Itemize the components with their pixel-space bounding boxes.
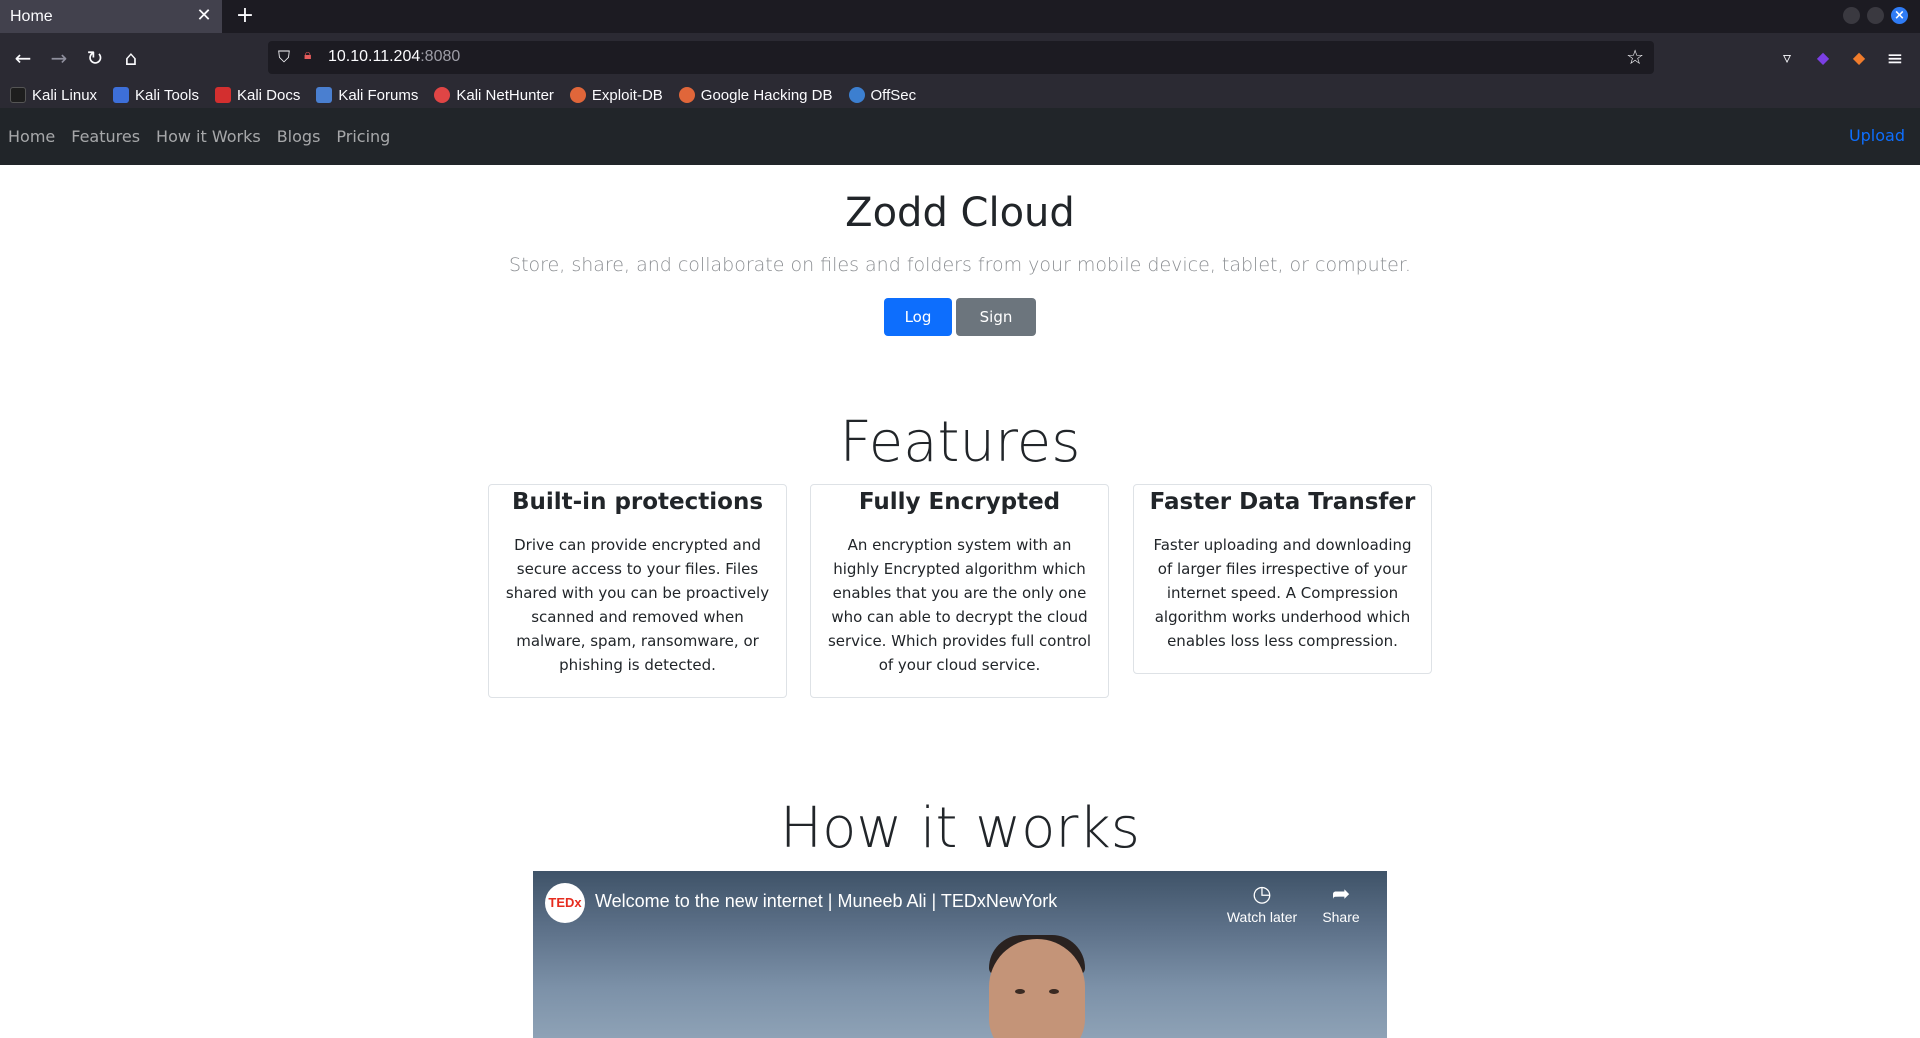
feature-card-text: Faster uploading and downloading of larg… xyxy=(1153,536,1412,650)
home-icon[interactable]: ⌂ xyxy=(116,43,146,73)
kali-forums-icon xyxy=(316,87,333,103)
bookmark-kali-tools[interactable]: Kali Tools xyxy=(113,87,199,104)
hero-title: Zodd Cloud xyxy=(845,190,1075,236)
bookmark-kali-docs[interactable]: Kali Docs xyxy=(214,86,301,104)
tab-close-icon[interactable]: ✕ xyxy=(194,5,214,27)
site-navbar: Home Features How it Works Blogs Pricing… xyxy=(0,108,1920,165)
bookmark-label: Google Hacking DB xyxy=(700,86,833,104)
browser-tab[interactable]: Home ✕ xyxy=(0,0,222,33)
embedded-video[interactable]: TEDx Welcome to the new internet | Munee… xyxy=(533,871,1387,1038)
tedx-channel-logo[interactable]: TEDx xyxy=(545,883,585,923)
speaker-face xyxy=(1007,989,1067,997)
bookmarks-bar: Kali Linux Kali Tools Kali Docs Kali For… xyxy=(0,82,1920,108)
clock-icon: ◷ xyxy=(1252,881,1272,906)
speaker-eye xyxy=(1049,989,1059,994)
feature-card-text: Drive can provide encrypted and secure a… xyxy=(505,536,770,674)
back-arrow-icon[interactable]: ← xyxy=(8,43,38,73)
bookmark-google-hacking-db[interactable]: Google Hacking DB xyxy=(678,86,833,104)
feature-card-title: Built-in protections xyxy=(511,489,764,515)
ghdb-icon xyxy=(678,87,695,103)
site-nav-links: Home Features How it Works Blogs Pricing xyxy=(8,108,406,165)
features-cards: Built-in protections Drive can provide e… xyxy=(488,484,1432,704)
extension-icon[interactable]: ◆ xyxy=(1808,43,1838,73)
kali-dragon-icon xyxy=(10,87,26,103)
hero-subtitle: Store, share, and collaborate on files a… xyxy=(509,254,1411,276)
bookmark-label: Kali Forums xyxy=(338,86,419,104)
feature-card: Faster Data Transfer Faster uploading an… xyxy=(1133,484,1432,674)
bookmark-offsec[interactable]: OffSec xyxy=(848,86,917,104)
bookmark-label: Kali Tools xyxy=(135,86,199,104)
forward-arrow-icon[interactable]: → xyxy=(44,43,74,73)
share-arrow-icon: ➦ xyxy=(1331,881,1351,906)
hero-buttons: Log in Sign Up xyxy=(0,298,1920,364)
feature-card: Built-in protections Drive can provide e… xyxy=(488,484,787,698)
watch-later-button[interactable]: ◷ Watch later xyxy=(1222,881,1302,925)
bookmark-kali-forums[interactable]: Kali Forums xyxy=(316,87,418,104)
login-button[interactable]: Log in xyxy=(884,298,952,364)
pocket-icon[interactable]: ▿ xyxy=(1772,43,1802,73)
browser-tab-bar: Home ✕ + × xyxy=(0,0,1920,33)
insecure-lock-icon[interactable]: 🔒︎ xyxy=(304,47,311,63)
tab-title: Home xyxy=(10,7,53,25)
upload-link[interactable]: Upload xyxy=(1849,126,1905,145)
url-port: :8080 xyxy=(420,48,461,65)
feature-card-text: An encryption system with an highly Encr… xyxy=(827,536,1092,674)
nav-link-home[interactable]: Home xyxy=(8,127,55,146)
bookmark-label: Exploit-DB xyxy=(591,86,663,104)
how-it-works-heading: How it works xyxy=(780,796,1140,861)
maximize-window-button[interactable] xyxy=(1867,7,1884,24)
foxyproxy-icon[interactable]: ◆ xyxy=(1844,43,1874,73)
watch-later-label: Watch later xyxy=(1226,909,1298,925)
tracking-shield-icon[interactable]: ⛉ xyxy=(278,47,290,67)
bookmark-exploit-db[interactable]: Exploit-DB xyxy=(569,86,663,104)
feature-card-title: Faster Data Transfer xyxy=(1149,489,1416,515)
menu-icon[interactable]: ≡ xyxy=(1880,43,1910,73)
bookmark-label: Kali Docs xyxy=(236,86,301,104)
feature-card: Fully Encrypted An encryption system wit… xyxy=(810,484,1109,698)
new-tab-button[interactable]: + xyxy=(232,3,258,29)
share-button[interactable]: ➦ Share xyxy=(1301,881,1381,925)
nethunter-icon xyxy=(434,87,451,103)
nav-link-how-it-works[interactable]: How it Works xyxy=(156,127,261,146)
exploit-db-icon xyxy=(569,87,586,103)
address-bar[interactable]: ⛉ 🔒︎ 10.10.11.204:8080 ☆ xyxy=(268,41,1654,74)
bookmark-kali-linux[interactable]: Kali Linux xyxy=(10,87,97,104)
bookmark-kali-nethunter[interactable]: Kali NetHunter xyxy=(434,87,554,104)
bookmark-label: Kali NetHunter xyxy=(456,86,554,104)
bookmark-label: Kali Linux xyxy=(32,86,98,104)
bookmark-label: OffSec xyxy=(870,86,917,104)
kali-tools-icon xyxy=(113,87,130,103)
reload-icon[interactable]: ↻ xyxy=(80,43,110,73)
url-text[interactable]: 10.10.11.204:8080 xyxy=(328,48,460,66)
share-label: Share xyxy=(1322,909,1360,925)
nav-link-pricing[interactable]: Pricing xyxy=(336,127,390,146)
features-heading: Features xyxy=(839,410,1081,475)
nav-link-blogs[interactable]: Blogs xyxy=(277,127,321,146)
url-host: 10.10.11.204 xyxy=(328,48,421,65)
browser-toolbar: ← → ↻ ⌂ ⛉ 🔒︎ 10.10.11.204:8080 ☆ ▿ ◆ ◆ ≡ xyxy=(0,33,1920,82)
signup-button[interactable]: Sign Up xyxy=(956,298,1036,364)
kali-docs-icon xyxy=(214,87,231,103)
feature-card-title: Fully Encrypted xyxy=(858,489,1061,515)
offsec-icon xyxy=(848,87,865,103)
speaker-eye xyxy=(1015,989,1025,994)
bookmark-star-icon[interactable]: ☆ xyxy=(1626,45,1644,69)
nav-link-features[interactable]: Features xyxy=(71,127,140,146)
minimize-window-button[interactable] xyxy=(1843,7,1860,24)
hero-section: Zodd Cloud Store, share, and collaborate… xyxy=(0,190,1920,364)
close-window-button[interactable]: × xyxy=(1891,7,1908,24)
video-title[interactable]: Welcome to the new internet | Muneeb Ali… xyxy=(595,891,1057,912)
